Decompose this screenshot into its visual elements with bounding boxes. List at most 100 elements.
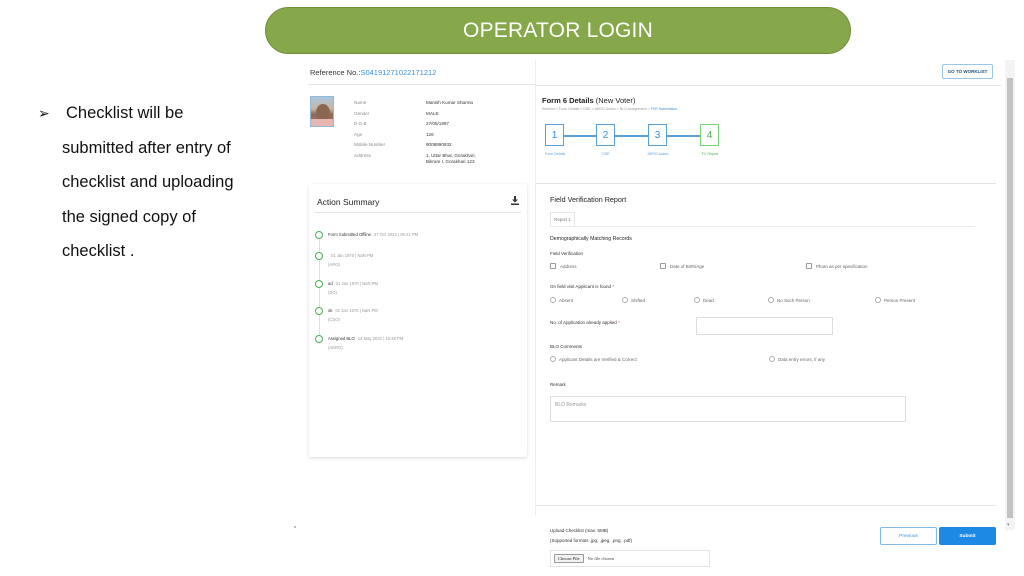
step-connector [667, 135, 700, 137]
radio-label: Applicant Details are Verified & Correct [559, 356, 637, 362]
bullet-line: ➢ Checklist will be [38, 96, 278, 131]
checkbox-dob-age[interactable]: Date of Birth/Age [660, 263, 704, 269]
breadcrumb-item[interactable]: Form Details [559, 107, 579, 111]
checkbox-icon[interactable] [806, 263, 812, 269]
info-value: 27/05/1897 [426, 121, 449, 126]
radio-icon[interactable] [768, 297, 774, 303]
step-connector [564, 135, 596, 137]
applications-count-input[interactable] [696, 317, 833, 335]
blo-comments-label: BLO Comments [550, 344, 583, 349]
checkbox-icon[interactable] [660, 263, 666, 269]
step-4[interactable]: 4 [700, 124, 719, 146]
radio-no-such-person[interactable]: No Such Person [768, 297, 810, 303]
scrollbar-thumb[interactable] [1007, 78, 1013, 518]
blo-remarks-textarea[interactable]: BLO Remarks [550, 396, 906, 422]
radio-label: Shifted [631, 297, 646, 303]
submit-button[interactable]: Submit [939, 527, 996, 545]
radio-label: Data entry errors, if any [778, 356, 826, 362]
info-row-name: Name Manish Kumar Sharma [354, 98, 534, 109]
app-screen: Reference No.:S04191271022171212 Name Man… [308, 60, 1016, 567]
found-label-text: On field visit Applicant is found [550, 284, 612, 289]
breadcrumb-item[interactable]: Worklist [542, 107, 555, 111]
upload-label: Upload Checklist (max. 5MB) [550, 528, 609, 533]
info-row-mobile: Mobile Number 9008890932 [354, 140, 534, 151]
checkbox-icon[interactable] [550, 263, 556, 269]
scroll-down-arrow-icon[interactable]: ▾ [1007, 522, 1010, 528]
radio-label: Dead [703, 297, 714, 303]
progress-stepper: 1 2 3 4 Form Details DSE AERO Action FV … [544, 124, 724, 162]
checkbox-photo[interactable]: Photo as per specification [806, 263, 868, 269]
applicant-photo [310, 96, 334, 127]
bullet-line-text: Checklist will be [66, 104, 184, 122]
breadcrumb-item[interactable]: BLO Assignment [620, 107, 647, 111]
tab-report-1[interactable]: Report 1 [550, 212, 575, 226]
timeline-action: Assigned BLO [328, 336, 355, 341]
required-mark: * [612, 284, 615, 289]
reference-value[interactable]: S04191271022171212 [360, 68, 436, 77]
found-label: On field visit Applicant is found * [550, 284, 614, 289]
breadcrumb-item[interactable]: AERO Action [595, 107, 616, 111]
timeline-action: ok [328, 308, 333, 313]
timeline-main: ad 01 Jan 1970 | NaN PM [328, 281, 378, 286]
step-label: DSE [602, 152, 610, 156]
step-label: AERO Action [647, 152, 669, 156]
bullet-line: submitted after entry of [62, 138, 231, 157]
choose-file-button[interactable]: Choose File [554, 554, 584, 563]
applicant-info: Name Manish Kumar Sharma Gender MALE D.O.B… [354, 98, 534, 167]
timeline-action: Form Submitted Offline [328, 232, 371, 237]
radio-dead[interactable]: Dead [694, 297, 714, 303]
checkbox-label: Address [560, 263, 577, 269]
breadcrumb: Worklist > Form Details > DSE > AERO Act… [542, 107, 677, 111]
radio-verified-correct[interactable]: Applicant Details are Verified & Correct [550, 356, 637, 362]
radio-icon[interactable] [550, 297, 556, 303]
go-to-worklist-button[interactable]: GO TO WORKLIST [942, 64, 993, 79]
vertical-scrollbar[interactable]: ▾ [1005, 60, 1015, 530]
info-key: Gender [354, 110, 370, 116]
info-key: Mobile Number [354, 142, 386, 147]
step-1[interactable]: 1 [545, 124, 564, 146]
checkbox-label: Date of Birth/Age [670, 263, 705, 269]
timeline-main: 01 Jan 1970 | NaN PM [328, 253, 373, 258]
info-value: 1, Uttar Bhar, Gorakhari, Bikram I, Gora… [426, 153, 476, 164]
download-icon[interactable] [511, 196, 519, 205]
breadcrumb-item[interactable]: DSE [583, 107, 590, 111]
info-key: Age [354, 131, 363, 137]
timeline-timestamp: 27 Oct 2022 | 05:21 PM [373, 232, 419, 237]
info-key: Name [354, 100, 367, 105]
radio-icon[interactable] [769, 356, 775, 362]
divider [315, 212, 521, 213]
radio-icon[interactable] [875, 297, 881, 303]
radio-shifted[interactable]: Shifted [622, 297, 645, 303]
divider [536, 183, 996, 184]
radio-label: Absent [559, 297, 574, 303]
radio-person-present[interactable]: Person Present [875, 297, 915, 303]
breadcrumb-item-active: FVR Submission [650, 107, 678, 111]
radio-icon[interactable] [622, 297, 628, 303]
checkbox-address[interactable]: Address [550, 263, 577, 269]
timeline-line [319, 234, 320, 344]
step-connector [615, 135, 648, 137]
timeline-dot-icon [315, 231, 323, 239]
step-2[interactable]: 2 [596, 124, 615, 146]
timeline-timestamp: 01 Jan 1970 | NaN PM [335, 281, 378, 286]
previous-button[interactable]: Previous [880, 527, 937, 545]
radio-absent[interactable]: Absent [550, 297, 573, 303]
radio-icon[interactable] [694, 297, 700, 303]
action-summary-title: Action Summary [317, 197, 380, 207]
radio-icon[interactable] [550, 356, 556, 362]
timeline-dot-icon [315, 307, 323, 315]
checkbox-label: Photo as per specification [816, 263, 868, 269]
applications-label-text: No. of Application already applied [550, 320, 617, 325]
step-3[interactable]: 3 [648, 124, 667, 146]
radio-data-entry-errors[interactable]: Data entry errors, if any [769, 356, 825, 362]
radio-label: No Such Person [777, 297, 810, 303]
timeline-role: (CSO) [328, 317, 340, 322]
fvr-title: Field Verification Report [550, 195, 627, 204]
file-upload-input[interactable]: Choose File No file chosen [550, 550, 710, 567]
bullet-line: checklist and uploading [62, 173, 234, 191]
timeline-role: (ARO) [328, 262, 340, 267]
info-value: 9008890932 [426, 142, 452, 147]
radio-label: Person Present [884, 297, 916, 303]
bullet-line: checklist . [62, 242, 135, 260]
reference-number: Reference No.:S04191271022171212 [310, 68, 436, 77]
